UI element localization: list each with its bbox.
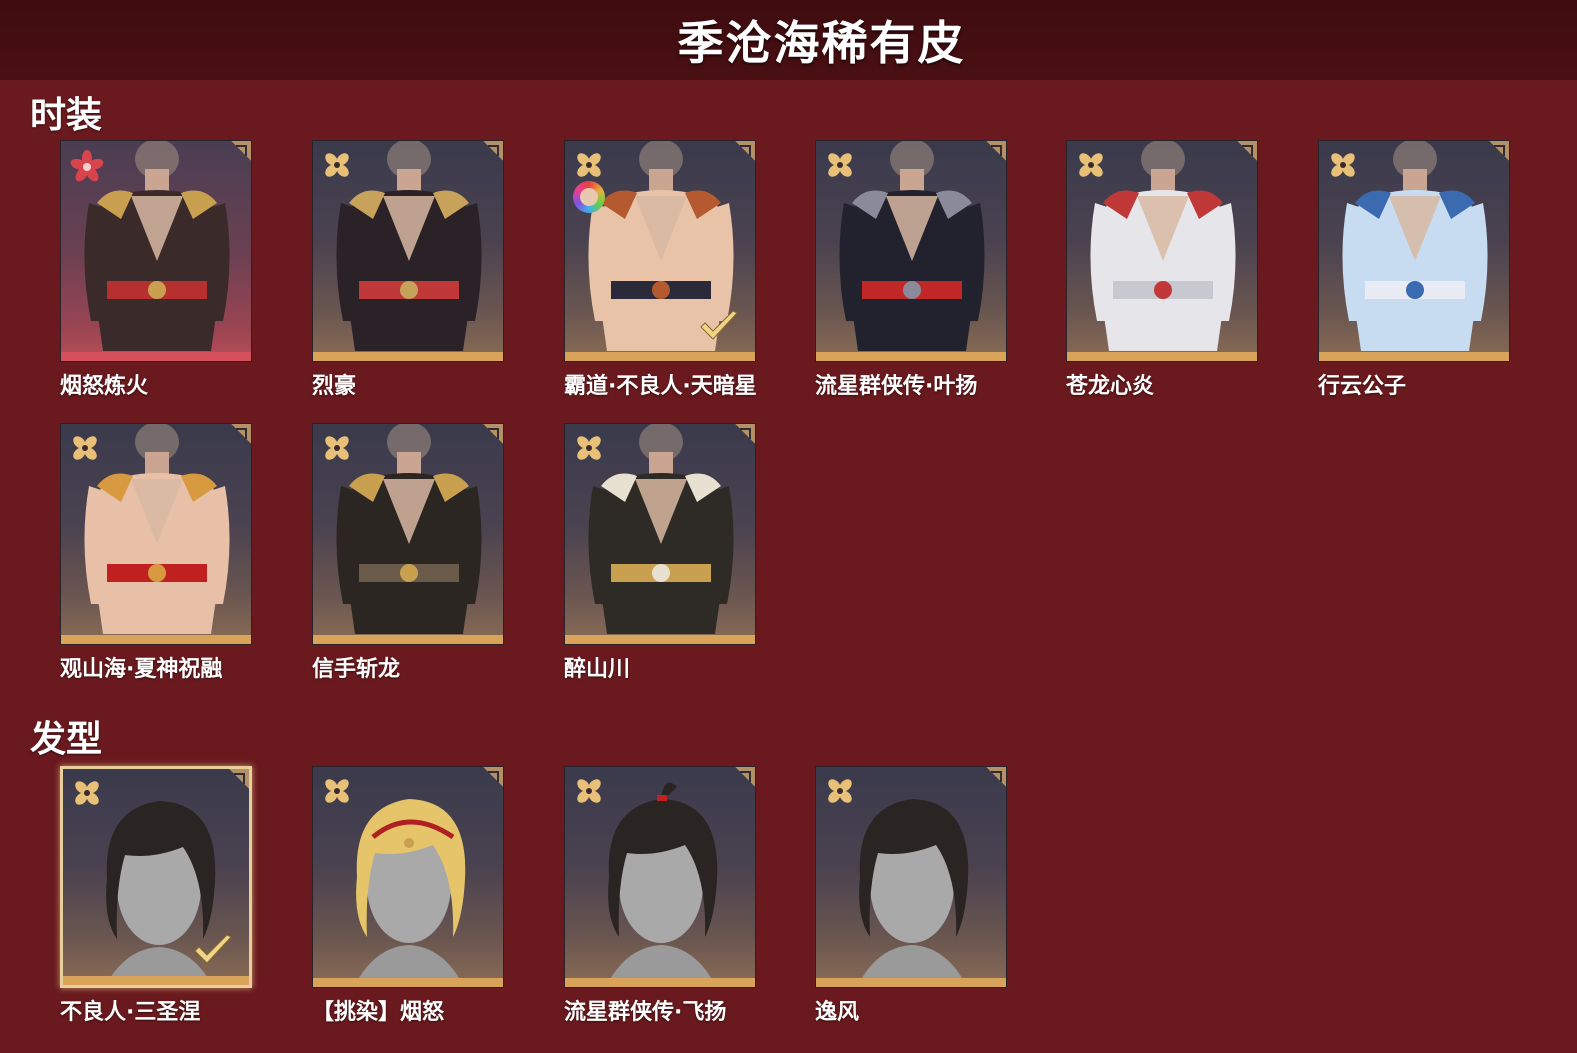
rarity-bar [61, 352, 251, 361]
corner-tag-icon [980, 767, 1006, 793]
costume-thumbnail[interactable] [312, 423, 504, 645]
costume-thumbnail[interactable] [815, 140, 1007, 362]
costume-item[interactable]: 流星群侠传·叶扬 [815, 140, 1007, 400]
rarity-bar [313, 978, 503, 987]
gold-flower-icon [574, 776, 604, 806]
costume-thumbnail[interactable] [312, 140, 504, 362]
gold-flower-icon [825, 776, 855, 806]
costume-item[interactable]: 醉山川 [564, 423, 756, 683]
rarity-bar [565, 978, 755, 987]
gold-flower-icon [70, 433, 100, 463]
costume-thumbnail[interactable] [60, 140, 252, 362]
costume-item[interactable]: 观山海·夏神祝融 [60, 423, 252, 683]
rarity-bar [565, 635, 755, 644]
hairstyle-thumbnail[interactable] [815, 766, 1007, 988]
corner-tag-icon [729, 141, 755, 167]
rarity-bar [63, 976, 249, 985]
page-title: 季沧海稀有皮 [677, 16, 966, 70]
item-name: 霸道·不良人·天暗星 [564, 374, 757, 399]
rarity-bar [1319, 352, 1509, 361]
hairstyle-thumbnail[interactable] [312, 766, 504, 988]
corner-tag-icon [1483, 141, 1509, 167]
hairstyle-item[interactable]: 流星群侠传·飞扬 [564, 766, 756, 1026]
hairstyle-item[interactable]: 不良人·三圣涅 [60, 766, 252, 1026]
item-name: 观山海·夏神祝融 [60, 657, 223, 682]
rarity-bar [61, 635, 251, 644]
gold-flower-icon [825, 150, 855, 180]
gold-flower-icon [322, 433, 352, 463]
rarity-bar [565, 352, 755, 361]
item-name: 【挑染】烟怒 [312, 1000, 445, 1025]
costume-thumbnail[interactable] [1066, 140, 1258, 362]
corner-tag-icon [1231, 141, 1257, 167]
item-name: 苍龙心炎 [1066, 374, 1155, 399]
gold-flower-icon [72, 778, 102, 808]
gold-flower-icon [574, 433, 604, 463]
item-name: 烟怒炼火 [60, 374, 149, 399]
costume-thumbnail[interactable] [60, 423, 252, 645]
costume-thumbnail[interactable] [564, 423, 756, 645]
corner-tag-icon [225, 141, 251, 167]
corner-tag-icon [225, 424, 251, 450]
gold-flower-icon [1076, 150, 1106, 180]
item-name: 行云公子 [1318, 374, 1407, 399]
corner-tag-icon [477, 767, 503, 793]
item-name: 烈豪 [312, 374, 357, 399]
corner-tag-icon [729, 424, 755, 450]
corner-tag-icon [477, 424, 503, 450]
costume-item[interactable]: 烟怒炼火 [60, 140, 252, 400]
section-title-hairstyles: 发型 [30, 719, 103, 760]
corner-tag-icon [980, 141, 1006, 167]
color-ring-icon [573, 181, 605, 213]
hairstyle-item[interactable]: 【挑染】烟怒 [312, 766, 504, 1026]
rarity-bar [816, 352, 1006, 361]
section-title-costumes: 时装 [30, 95, 103, 136]
costume-thumbnail[interactable] [564, 140, 756, 362]
item-name: 醉山川 [564, 657, 631, 682]
rarity-bar [313, 352, 503, 361]
hairstyle-thumbnail[interactable] [564, 766, 756, 988]
page-header: 季沧海稀有皮 [0, 0, 1577, 80]
item-name: 信手斩龙 [312, 657, 401, 682]
corner-tag-icon [477, 141, 503, 167]
hairstyle-item[interactable]: 逸风 [815, 766, 1007, 1026]
costume-item[interactable]: 烈豪 [312, 140, 504, 400]
gold-flower-icon [322, 776, 352, 806]
gold-flower-icon [322, 150, 352, 180]
costume-item[interactable]: 信手斩龙 [312, 423, 504, 683]
costume-item[interactable]: 行云公子 [1318, 140, 1510, 400]
costume-item[interactable]: 霸道·不良人·天暗星 [564, 140, 757, 400]
rarity-bar [313, 635, 503, 644]
gold-flower-icon [574, 150, 604, 180]
hairstyle-thumbnail[interactable] [60, 766, 252, 988]
corner-tag-icon [729, 767, 755, 793]
item-name: 不良人·三圣涅 [60, 1000, 201, 1025]
costume-thumbnail[interactable] [1318, 140, 1510, 362]
gold-flower-icon [1328, 150, 1358, 180]
rarity-bar [1067, 352, 1257, 361]
corner-tag-icon [223, 769, 249, 795]
rarity-bar [816, 978, 1006, 987]
item-name: 逸风 [815, 1000, 860, 1025]
red-flower-icon [70, 150, 104, 182]
item-name: 流星群侠传·飞扬 [564, 1000, 727, 1025]
item-name: 流星群侠传·叶扬 [815, 374, 978, 399]
costume-item[interactable]: 苍龙心炎 [1066, 140, 1258, 400]
